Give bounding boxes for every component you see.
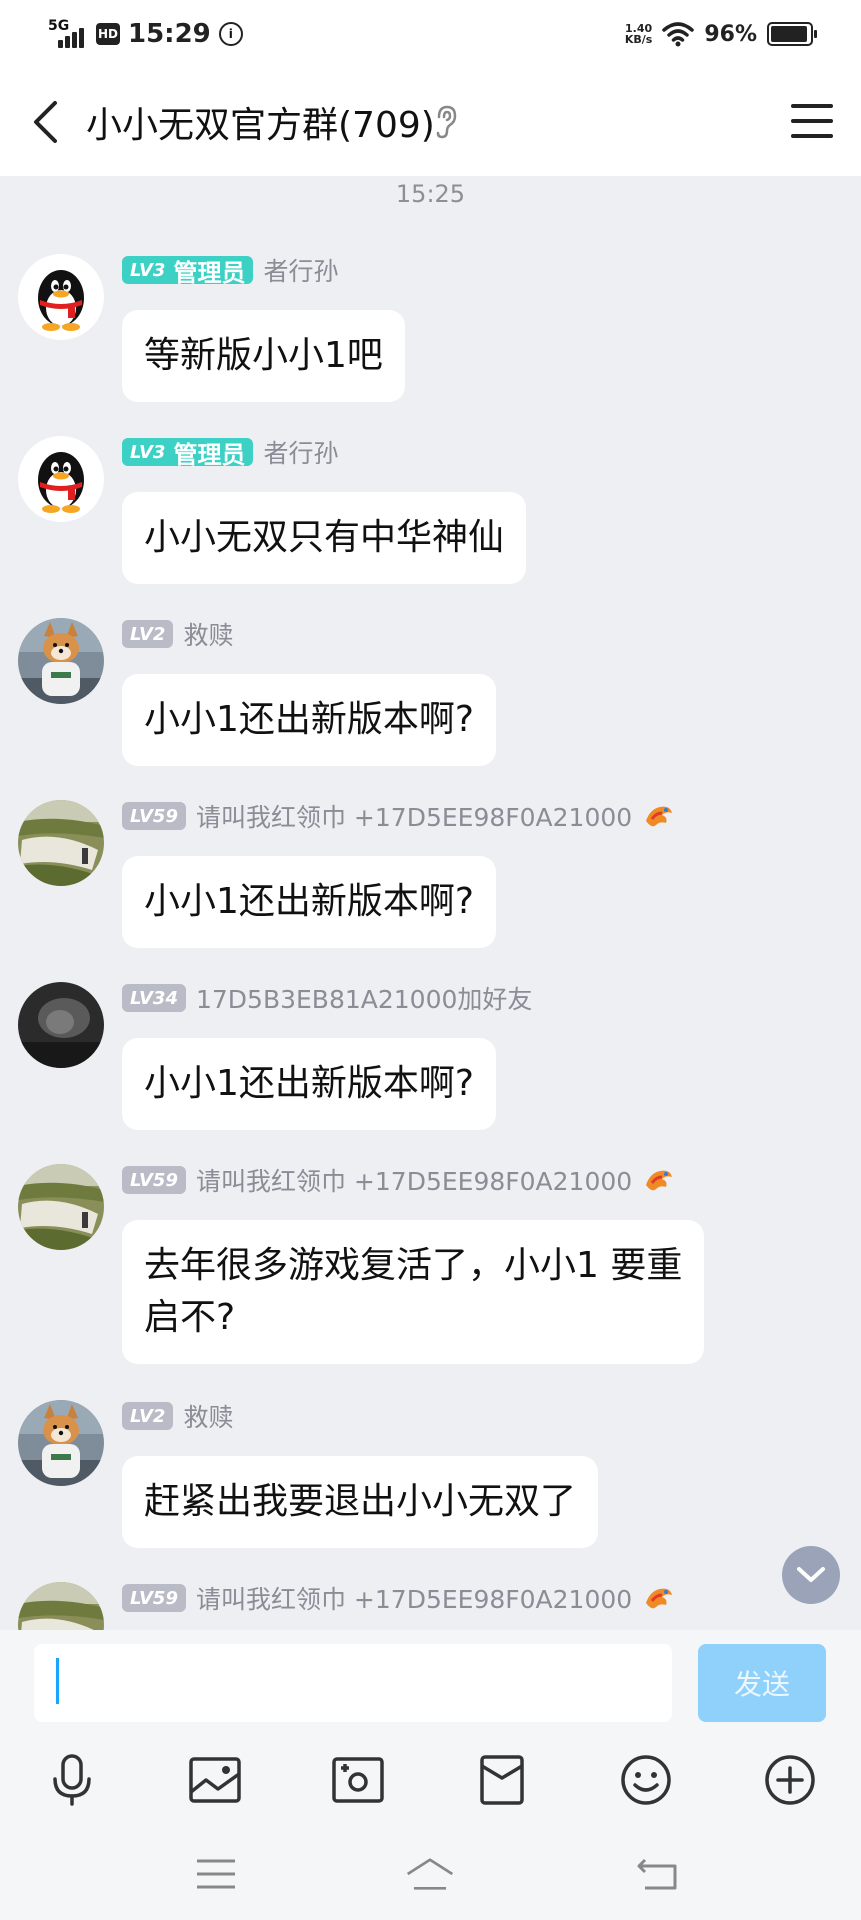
level-badge: LV3 管理员: [122, 256, 254, 287]
message-text-line: 去年很多游戏复活了，小小1 要重: [144, 1245, 683, 1286]
sender-name[interactable]: 请叫我红领巾 +17D5EE98F0A21000: [196, 1162, 632, 1198]
message-bubble[interactable]: 去年很多游戏复活了，小小1 要重 启不?: [122, 1220, 705, 1364]
sender-name[interactable]: 请叫我红领巾 +17D5EE98F0A21000: [196, 1580, 632, 1616]
avatar-landscape[interactable]: [18, 800, 104, 886]
level-badge: LV2: [122, 620, 174, 648]
chat-header: 小小无双官方群(709): [0, 66, 861, 176]
battery-fill: [771, 26, 808, 42]
level-badge: LV59: [122, 802, 186, 830]
message-item: LV3 管理员 者行孙 等新版小小1吧: [0, 254, 861, 404]
status-time: 15:29: [128, 19, 211, 49]
scroll-to-bottom-button[interactable]: [782, 1546, 840, 1604]
wifi-icon: [662, 22, 695, 47]
avatar-landscape[interactable]: [18, 1164, 104, 1250]
level-badge: LV59: [122, 1584, 186, 1612]
plus-icon[interactable]: [760, 1750, 820, 1810]
back-button[interactable]: [20, 94, 70, 150]
sender-name[interactable]: 者行孙: [263, 434, 338, 470]
message-item: LV59 请叫我红领巾 +17D5EE98F0A21000 小小1还出新版本啊?: [0, 800, 861, 950]
hd-icon: HD: [96, 23, 120, 45]
emoji-icon[interactable]: [616, 1750, 676, 1810]
message-item: LV59 请叫我红领巾 +17D5EE98F0A21000 去年很多游戏复活了，…: [0, 1164, 861, 1364]
sender-name[interactable]: 者行孙: [263, 252, 338, 288]
system-nav-bar: [0, 1830, 861, 1920]
sender-name[interactable]: 17D5B3EB81A21000加好友: [196, 980, 532, 1016]
avatar-penguin[interactable]: [18, 436, 104, 522]
notification-icon: i: [218, 22, 243, 46]
avatar-dark-photo[interactable]: [18, 982, 104, 1068]
message-item: LV59 请叫我红领巾 +17D5EE98F0A21000: [0, 1582, 861, 1630]
message-list[interactable]: 15:25 LV3 管理员 者行孙 等新版小小1吧 LV3 管理员 者行孙 小小…: [0, 176, 861, 1630]
message-item: LV2 救赎 小小1还出新版本啊?: [0, 618, 861, 768]
group-title[interactable]: 小小无双官方群(709): [86, 96, 435, 148]
role-label: 管理员: [173, 440, 246, 469]
level-badge: LV34: [122, 984, 186, 1012]
message-bubble[interactable]: 小小无双只有中华神仙: [122, 492, 527, 584]
level-badge: LV59: [122, 1166, 186, 1194]
message-timestamp: 15:25: [395, 180, 466, 208]
ear-icon[interactable]: [432, 104, 460, 140]
sender-name[interactable]: 救赎: [183, 1398, 233, 1434]
red-packet-icon[interactable]: [472, 1750, 532, 1810]
home-icon[interactable]: [405, 1852, 455, 1896]
message-item: LV2 救赎 赶紧出我要退出小小无双了: [0, 1400, 861, 1550]
message-bubble[interactable]: 赶紧出我要退出小小无双了: [122, 1456, 599, 1548]
network-speed: 1.40 KB/s: [624, 22, 653, 46]
message-input[interactable]: [34, 1644, 672, 1722]
status-bar: 5G HD 15:29 i 1.40 KB/s 96%: [0, 0, 861, 66]
role-label: 管理员: [173, 258, 246, 287]
sender-name[interactable]: 请叫我红领巾 +17D5EE98F0A21000: [196, 798, 632, 834]
avatar-plush-dog[interactable]: [18, 1400, 104, 1486]
camera-icon[interactable]: [328, 1750, 388, 1810]
level-badge: LV3 管理员: [122, 438, 254, 469]
message-text-line: 启不?: [144, 1297, 236, 1338]
message-bubble[interactable]: 等新版小小1吧: [122, 310, 405, 402]
image-icon[interactable]: [185, 1750, 245, 1810]
message-bubble[interactable]: 小小1还出新版本啊?: [122, 674, 497, 766]
text-cursor: [56, 1658, 59, 1704]
input-bar: 发送: [0, 1630, 861, 1730]
recent-apps-icon[interactable]: [191, 1852, 241, 1896]
message-bubble[interactable]: 小小1还出新版本啊?: [122, 856, 497, 948]
battery-icon: [767, 22, 817, 46]
microphone-icon[interactable]: [42, 1750, 102, 1810]
message-item: LV34 17D5B3EB81A21000加好友 小小1还出新版本啊?: [0, 982, 861, 1132]
chevron-left-icon: [34, 101, 57, 143]
cellular-signal-icon: 5G: [48, 18, 88, 50]
message-item: LV3 管理员 者行孙 小小无双只有中华神仙: [0, 436, 861, 586]
input-toolbar: [0, 1730, 861, 1830]
message-bubble[interactable]: 小小1还出新版本啊?: [122, 1038, 497, 1130]
back-nav-icon[interactable]: [632, 1852, 682, 1896]
avatar-plush-dog[interactable]: [18, 618, 104, 704]
avatar-penguin[interactable]: [18, 254, 104, 340]
menu-button[interactable]: [791, 100, 833, 142]
level-badge: LV2: [122, 1402, 174, 1430]
network-type: 5G: [48, 18, 70, 34]
battery-percent: 96%: [704, 21, 757, 47]
send-button[interactable]: 发送: [698, 1644, 826, 1722]
dragon-badge-icon: [646, 1170, 673, 1191]
sender-name[interactable]: 救赎: [183, 616, 233, 652]
chevron-down-icon: [797, 1567, 825, 1582]
dragon-badge-icon: [646, 806, 673, 827]
avatar-landscape[interactable]: [18, 1582, 104, 1630]
dragon-badge-icon: [646, 1588, 673, 1609]
